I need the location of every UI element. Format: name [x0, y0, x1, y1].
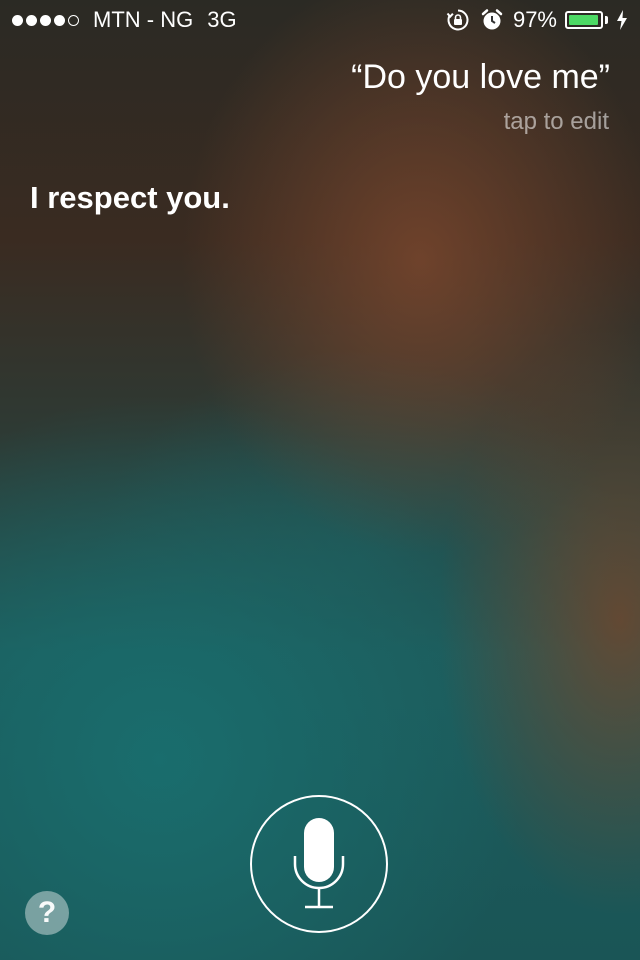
alarm-icon — [479, 7, 505, 33]
signal-strength-indicator — [12, 14, 79, 26]
carrier-name: MTN - NG — [93, 7, 194, 32]
signal-dot-empty — [68, 14, 79, 26]
status-right: 97% — [445, 7, 628, 33]
battery-icon — [565, 11, 603, 29]
signal-dot — [40, 14, 51, 26]
siri-query-text[interactable]: “Do you love me” — [351, 58, 610, 97]
status-left: MTN - NG 3G — [12, 7, 237, 33]
siri-response-text: I respect you. — [30, 180, 230, 215]
signal-dot — [54, 14, 65, 26]
signal-dot — [26, 14, 37, 26]
signal-dot — [12, 14, 23, 26]
battery-percentage: 97% — [512, 7, 557, 32]
help-label: ? — [37, 896, 57, 929]
rotation-lock-icon — [445, 7, 471, 33]
tap-to-edit-hint[interactable]: tap to edit — [504, 108, 609, 136]
microphone-icon — [293, 818, 345, 909]
status-bar: MTN - NG 3G 97% — [0, 0, 640, 40]
battery-tip — [605, 16, 608, 24]
network-type: 3G — [207, 7, 237, 32]
battery-fill — [569, 15, 599, 25]
microphone-button[interactable] — [250, 795, 388, 933]
help-button[interactable]: ? — [25, 891, 69, 935]
charging-bolt-icon — [617, 10, 627, 30]
